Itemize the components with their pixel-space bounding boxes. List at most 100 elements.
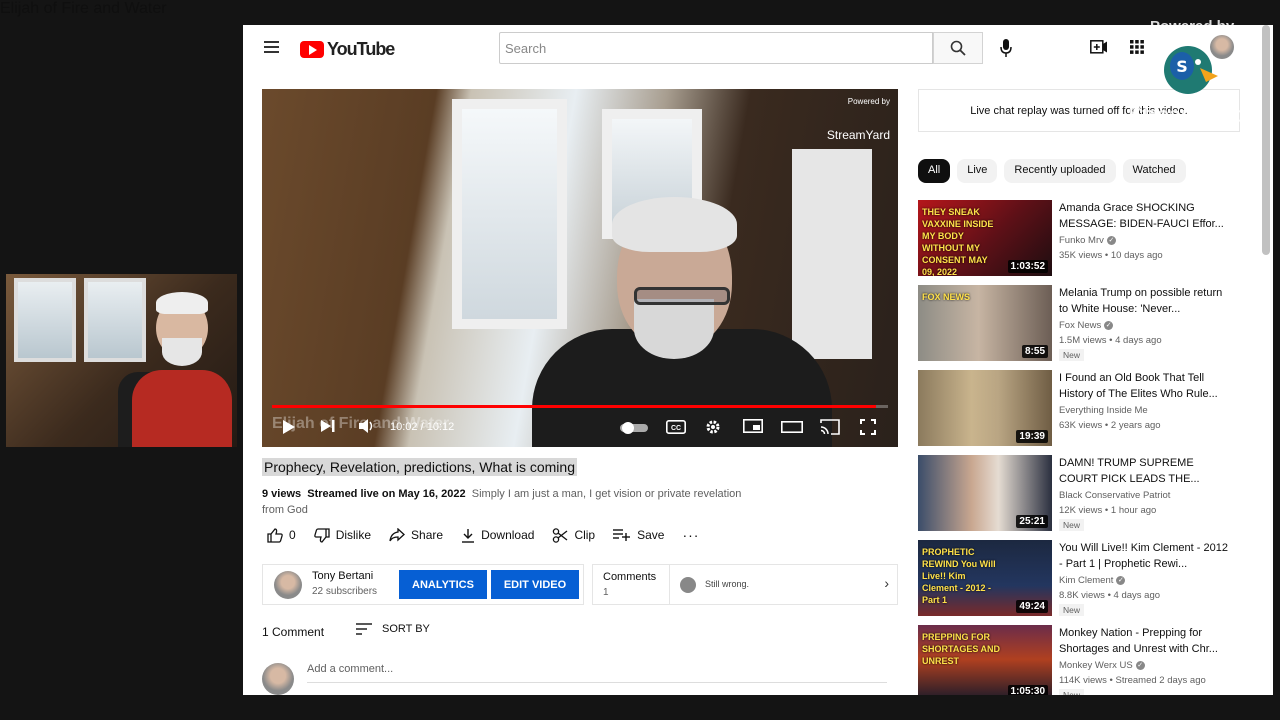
- filter-chips: All Live Recently uploaded Watched: [918, 159, 1186, 183]
- like-button[interactable]: 0: [267, 527, 296, 543]
- video-stats: 63K views • 2 years ago: [1059, 420, 1161, 431]
- time-display: 10:02 / 10:12: [390, 421, 455, 433]
- streamyard-watermark: Powered by S StreamYard: [1128, 18, 1246, 127]
- recommended-video[interactable]: PREPPING FOR SHORTAGES AND UNREST 1:05:30…: [918, 625, 1258, 695]
- channel-name: Black Conservative Patriot: [1059, 490, 1171, 501]
- recommended-channel[interactable]: Black Conservative Patriot: [1059, 490, 1170, 501]
- svg-text:CC: CC: [671, 425, 681, 432]
- new-badge: New: [1059, 349, 1085, 361]
- settings-gear-icon[interactable]: [705, 419, 721, 435]
- streamyard-watermark-small: Powered by StreamYard: [826, 97, 890, 142]
- video-duration: 25:21: [1016, 515, 1048, 528]
- search-input[interactable]: Search: [499, 32, 933, 64]
- new-badge: New: [1059, 689, 1085, 695]
- action-bar: 0 Dislike Share Download Clip Save ···: [267, 527, 717, 543]
- recommended-video[interactable]: 25:21 DAMN! TRUMP SUPREME COURT PICK LEAD…: [918, 455, 1258, 531]
- play-icon[interactable]: [282, 419, 296, 435]
- video-thumbnail[interactable]: THEY SNEAK VAXXINE INSIDE MY BODY WITHOU…: [918, 200, 1052, 276]
- recommended-video[interactable]: FOX NEWS 8:55 Melania Trump on possible re…: [918, 285, 1258, 361]
- new-badge: New: [1059, 519, 1085, 531]
- miniplayer-icon[interactable]: [743, 419, 763, 433]
- thumbnail-text: THEY SNEAK VAXXINE INSIDE MY BODY WITHOU…: [922, 207, 994, 276]
- comments-label: Comments: [603, 571, 657, 583]
- thumbs-down-icon: [313, 527, 330, 543]
- recommended-video-title[interactable]: I Found an Old Book That Tell History of…: [1059, 370, 1229, 402]
- video-stats: 12K views • 1 hour ago: [1059, 505, 1157, 516]
- svg-text:S: S: [1176, 57, 1188, 76]
- recommended-video-title[interactable]: Amanda Grace SHOCKING MESSAGE: BIDEN-FAU…: [1059, 200, 1229, 232]
- recommended-channel[interactable]: Monkey Werx US ✓: [1059, 660, 1145, 671]
- more-actions-icon[interactable]: ···: [682, 527, 699, 543]
- filter-chip[interactable]: Recently uploaded: [1004, 159, 1116, 183]
- clip-button[interactable]: Clip: [552, 527, 595, 543]
- filter-chip[interactable]: Live: [957, 159, 998, 183]
- camera-feed: [6, 274, 237, 447]
- recommended-video[interactable]: PROPHETIC REWIND You Will Live!! Kim Cle…: [918, 540, 1258, 616]
- thumbnail-text: PREPPING FOR SHORTAGES AND UNREST: [922, 632, 1001, 666]
- add-comment-input[interactable]: Add a comment...: [307, 663, 887, 683]
- filter-chip[interactable]: Watched: [1122, 159, 1186, 183]
- recommended-video-title[interactable]: DAMN! TRUMP SUPREME COURT PICK LEADS THE…: [1059, 455, 1229, 487]
- analytics-button[interactable]: ANALYTICS: [399, 570, 487, 599]
- video-duration: 49:24: [1016, 600, 1048, 613]
- edit-video-button[interactable]: EDIT VIDEO: [491, 570, 579, 599]
- recommended-channel[interactable]: Funko Mrv ✓: [1059, 235, 1116, 246]
- scissors-icon: [553, 527, 568, 543]
- video-thumbnail[interactable]: 19:39: [918, 370, 1052, 446]
- channel-name: Monkey Werx US: [1059, 660, 1133, 671]
- new-badge: New: [1059, 604, 1085, 616]
- verified-check-icon: ✓: [1106, 235, 1116, 245]
- progress-bar[interactable]: [272, 405, 888, 408]
- video-stats: 114K views • Streamed 2 days ago: [1059, 675, 1206, 686]
- sort-by-button[interactable]: SORT BY: [356, 623, 430, 635]
- recommended-video[interactable]: 19:39 I Found an Old Book That Tell Histo…: [918, 370, 1258, 446]
- youtube-logo[interactable]: YouTube: [300, 39, 395, 60]
- sort-icon: [356, 623, 372, 635]
- share-button[interactable]: Share: [389, 528, 443, 542]
- user-avatar: [262, 663, 294, 695]
- save-button[interactable]: Save: [613, 528, 664, 542]
- video-duration: 8:55: [1021, 345, 1048, 358]
- hamburger-menu-icon[interactable]: [264, 41, 279, 53]
- stream-date: Streamed live on May 16, 2022: [307, 488, 466, 500]
- volume-icon[interactable]: [358, 419, 376, 433]
- video-player[interactable]: Powered by StreamYard Elijah of Fire and…: [262, 89, 898, 447]
- search-button[interactable]: [933, 32, 983, 64]
- chevron-right-icon[interactable]: ›: [884, 575, 889, 591]
- recommended-channel[interactable]: Kim Clement ✓: [1059, 575, 1126, 586]
- autoplay-toggle-icon[interactable]: [620, 422, 648, 434]
- verified-check-icon: ✓: [1104, 320, 1114, 330]
- video-meta: 9 views Streamed live on May 16, 2022 Si…: [262, 486, 762, 518]
- recommended-video[interactable]: THEY SNEAK VAXXINE INSIDE MY BODY WITHOU…: [918, 200, 1258, 276]
- video-thumbnail[interactable]: 25:21: [918, 455, 1052, 531]
- channel-avatar[interactable]: [274, 571, 302, 599]
- thumbnail-text: FOX NEWS: [922, 292, 971, 302]
- create-video-icon[interactable]: [1090, 40, 1108, 54]
- video-thumbnail[interactable]: FOX NEWS 8:55: [918, 285, 1052, 361]
- add-to-playlist-icon: [613, 529, 631, 541]
- comments-teaser[interactable]: Comments 1 Still wrong. ›: [592, 564, 898, 605]
- captions-icon[interactable]: CC: [666, 420, 686, 434]
- theater-mode-icon[interactable]: [781, 421, 803, 433]
- video-stats: 1.5M views • 4 days ago: [1059, 335, 1162, 346]
- recommended-channel[interactable]: Everything Inside Me: [1059, 405, 1148, 416]
- recommended-channel[interactable]: Fox News ✓: [1059, 320, 1114, 331]
- comment-count-heading: 1 Comment: [262, 625, 325, 639]
- video-duration: 1:03:52: [1007, 260, 1048, 273]
- filter-chip[interactable]: All: [918, 159, 951, 183]
- recommended-video-title[interactable]: Melania Trump on possible return to Whit…: [1059, 285, 1229, 317]
- video-thumbnail[interactable]: PROPHETIC REWIND You Will Live!! Kim Cle…: [918, 540, 1052, 616]
- download-button[interactable]: Download: [461, 528, 534, 543]
- recommended-video-title[interactable]: Monkey Nation - Prepping for Shortages a…: [1059, 625, 1229, 657]
- channel-name: Fox News: [1059, 320, 1102, 331]
- channel-name[interactable]: Tony Bertani: [312, 570, 373, 582]
- fullscreen-icon[interactable]: [860, 419, 876, 435]
- recommended-video-title[interactable]: You Will Live!! Kim Clement - 2012 - Par…: [1059, 540, 1229, 572]
- next-icon[interactable]: [320, 419, 336, 433]
- cast-icon[interactable]: [820, 419, 840, 435]
- microphone-icon[interactable]: [1000, 39, 1012, 57]
- video-thumbnail[interactable]: PREPPING FOR SHORTAGES AND UNREST 1:05:30: [918, 625, 1052, 695]
- search-icon: [950, 40, 966, 56]
- dislike-button[interactable]: Dislike: [313, 527, 371, 543]
- video-stats: 35K views • 10 days ago: [1059, 250, 1163, 261]
